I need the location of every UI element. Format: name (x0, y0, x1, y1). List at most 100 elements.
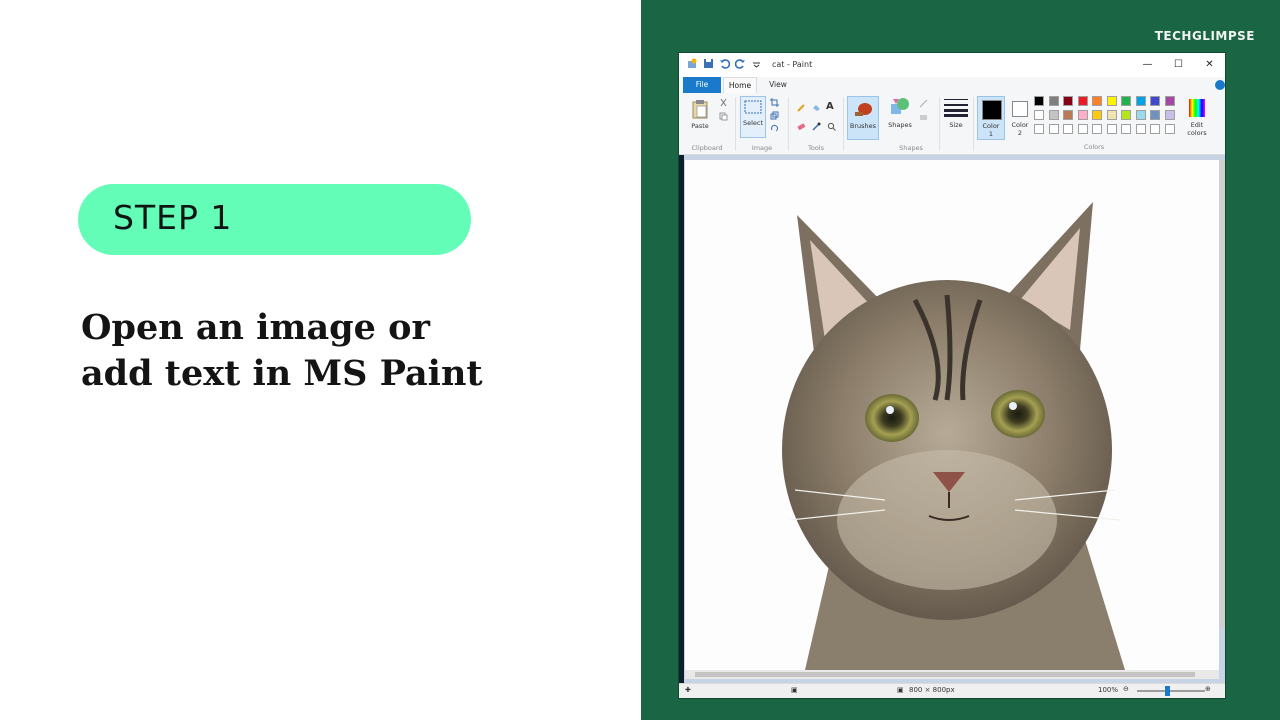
color-swatch[interactable] (1106, 110, 1117, 120)
horizontal-scrollbar[interactable] (685, 670, 1219, 679)
size-label: Size (949, 121, 963, 129)
canvas-area (679, 155, 1225, 683)
color-swatch[interactable] (1150, 110, 1160, 120)
vertical-scrollbar[interactable] (1220, 160, 1225, 628)
color2-label: Color 2 (1007, 121, 1033, 137)
color-swatch[interactable] (1135, 124, 1146, 134)
select-label: Select (742, 119, 764, 127)
color-swatch[interactable] (1106, 124, 1117, 134)
color-swatch[interactable] (1164, 124, 1175, 134)
cut-icon[interactable] (719, 98, 728, 107)
tab-view[interactable]: View (763, 77, 793, 93)
color-swatch[interactable] (1077, 124, 1088, 134)
color-picker-icon[interactable] (812, 122, 821, 131)
color-swatch[interactable] (1063, 110, 1073, 120)
shapes-icon[interactable] (889, 97, 911, 117)
color-swatch[interactable] (1150, 124, 1160, 134)
headline-line-2: add text in MS Paint (81, 353, 483, 394)
color-swatch[interactable] (1034, 110, 1044, 120)
brushes-button[interactable]: Brushes (847, 96, 879, 140)
color-swatch[interactable] (1063, 124, 1073, 134)
customize-qat-icon[interactable] (751, 58, 762, 69)
color-swatch[interactable] (1135, 96, 1146, 106)
ribbon-tabs: File Home View (679, 77, 1225, 93)
pencil-icon[interactable] (797, 103, 806, 112)
headline-line-1: Open an image or (81, 307, 430, 348)
color-swatch[interactable] (1063, 96, 1073, 106)
color1-swatch (982, 100, 1002, 120)
brushes-label: Brushes (849, 122, 877, 130)
help-icon[interactable] (1215, 80, 1225, 90)
color-swatch[interactable] (1164, 96, 1175, 106)
quick-access-toolbar (687, 58, 762, 69)
color2-label-line1: Color (1011, 121, 1029, 129)
image-dimensions: 800 × 800px (909, 686, 955, 694)
image-group: Select Image (736, 93, 788, 155)
step-label: STEP 1 (113, 198, 233, 237)
color-swatch[interactable] (1164, 110, 1175, 120)
color-swatch[interactable] (1048, 124, 1059, 134)
select-button[interactable]: Select (740, 96, 766, 138)
color-swatch[interactable] (1077, 96, 1088, 106)
zoom-out-button[interactable]: ⊖ (1123, 685, 1129, 693)
clipboard-group: Paste Clipboard (679, 93, 735, 155)
status-bar: ✚ ▣ ▣ 800 × 800px 100% ⊖ ⊕ (679, 683, 1225, 698)
edit-colors-line2: colors (1187, 129, 1207, 137)
ribbon-separator (843, 97, 844, 151)
color-swatch[interactable] (1135, 110, 1146, 120)
color-swatch[interactable] (1121, 96, 1131, 106)
zoom-slider[interactable] (1137, 690, 1205, 692)
shapes-group-label: Shapes (899, 144, 923, 152)
outline-icon[interactable] (919, 99, 928, 108)
color-swatch[interactable] (1121, 124, 1131, 134)
tab-home[interactable]: Home (723, 77, 757, 93)
close-button[interactable]: ✕ (1194, 53, 1225, 77)
size-icon[interactable] (944, 97, 968, 117)
color-swatch[interactable] (1092, 96, 1102, 106)
horizontal-scroll-thumb[interactable] (695, 672, 1195, 677)
color-swatch[interactable] (1034, 96, 1044, 106)
color-swatch[interactable] (1034, 124, 1044, 134)
color2-button[interactable]: Color 2 (1007, 96, 1033, 140)
drawing-canvas[interactable] (685, 160, 1219, 670)
magnifier-icon[interactable] (827, 122, 836, 131)
image-size-icon: ▣ (897, 686, 904, 694)
color1-label: Color 1 (978, 122, 1004, 138)
zoom-in-button[interactable]: ⊕ (1205, 685, 1211, 693)
color-swatch[interactable] (1106, 96, 1117, 106)
zoom-slider-thumb[interactable] (1165, 686, 1170, 696)
paint-app-icon (688, 58, 697, 68)
color-swatch[interactable] (1121, 110, 1131, 120)
fill-shape-icon[interactable] (919, 112, 928, 121)
color-swatch[interactable] (1048, 96, 1059, 106)
slide-left-panel: STEP 1 Open an image or add text in MS P… (0, 0, 641, 720)
window-controls: — ☐ ✕ (1132, 53, 1225, 77)
fill-icon[interactable] (812, 103, 821, 112)
color-swatch[interactable] (1077, 110, 1088, 120)
copy-icon[interactable] (719, 112, 728, 121)
window-title: cat - Paint (772, 60, 813, 69)
ribbon-separator (973, 97, 974, 151)
save-icon[interactable] (703, 58, 714, 69)
color1-button[interactable]: Color 1 (977, 96, 1005, 140)
redo-icon[interactable] (735, 58, 746, 69)
eraser-icon[interactable] (797, 122, 806, 131)
title-bar: cat - Paint — ☐ ✕ (679, 53, 1225, 77)
color1-label-line2: 1 (988, 130, 994, 138)
crop-icon[interactable] (770, 98, 779, 107)
resize-icon[interactable] (770, 111, 779, 120)
minimize-button[interactable]: — (1132, 53, 1163, 77)
tab-file[interactable]: File (683, 77, 721, 93)
paste-icon[interactable] (691, 99, 709, 119)
color-swatch[interactable] (1048, 110, 1059, 120)
color-swatch[interactable] (1150, 96, 1160, 106)
undo-icon[interactable] (719, 58, 730, 69)
rotate-icon[interactable] (770, 124, 779, 133)
maximize-button[interactable]: ☐ (1163, 53, 1194, 77)
text-tool-icon[interactable]: A (826, 101, 834, 112)
color-swatch[interactable] (1092, 124, 1102, 134)
image-group-label: Image (751, 144, 773, 152)
size-group: Size (941, 93, 971, 155)
color-swatch[interactable] (1092, 110, 1102, 120)
edit-colors-button[interactable]: Edit colors (1184, 96, 1210, 140)
